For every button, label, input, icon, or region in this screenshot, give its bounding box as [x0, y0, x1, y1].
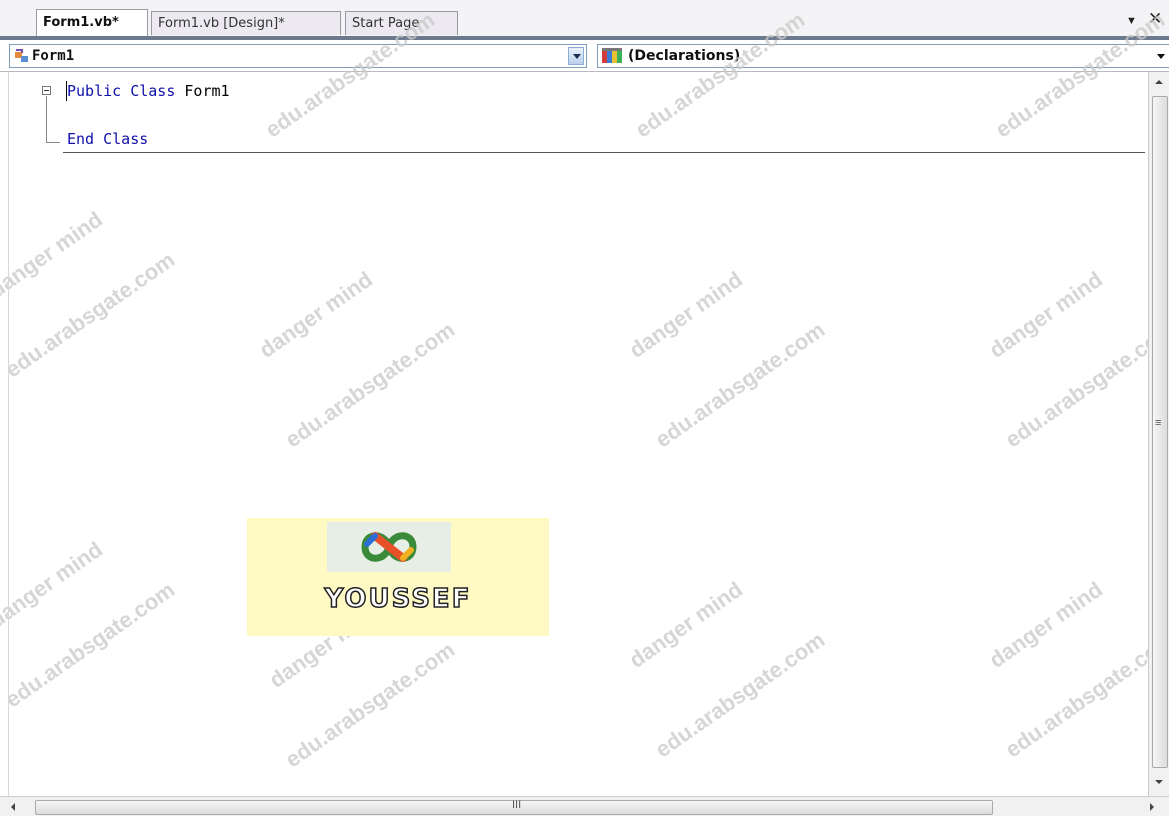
code-editor[interactable]: danger mind edu.arabsgate.com danger min…	[0, 7, 1169, 796]
watermark: edu.arabsgate.com	[280, 636, 460, 773]
method-name-combo[interactable]: (Declarations)	[597, 44, 1169, 68]
watermark: danger mind	[0, 206, 107, 303]
tab-form1-vb[interactable]: Form1.vb*	[36, 9, 148, 36]
watermark: edu.arabsgate.com	[1000, 316, 1169, 453]
watermark: danger mind	[0, 536, 107, 633]
outline-guide	[46, 96, 47, 142]
horizontal-scroll-thumb[interactable]: III	[35, 799, 993, 815]
procedure-separator	[63, 152, 1145, 153]
watermark: edu.arabsgate.com	[650, 316, 830, 453]
watermark: edu.arabsgate.com	[0, 246, 180, 383]
class-identifier: Form1	[184, 82, 230, 100]
scroll-grip: III	[512, 799, 522, 811]
tab-start-page[interactable]: Start Page	[345, 11, 458, 35]
declarations-icon	[602, 48, 622, 63]
watermark: edu.arabsgate.com	[650, 626, 830, 763]
navigation-bar: Form1 (Declarations)	[0, 40, 1169, 72]
code-line-end-class[interactable]: End Class	[67, 130, 148, 148]
watermark: danger mind	[254, 266, 377, 363]
visual-studio-logo-icon	[361, 532, 417, 562]
scroll-up-icon[interactable]	[1155, 80, 1163, 84]
watermark: edu.arabsgate.com	[280, 316, 460, 453]
vertical-scrollbar[interactable]	[1148, 72, 1169, 796]
watermark: danger mind	[624, 266, 747, 363]
logo-text: YOUSSEF	[324, 583, 472, 615]
class-icon	[15, 49, 28, 62]
outline-guide-end	[46, 142, 60, 143]
tab-form1-design[interactable]: Form1.vb [Design]*	[151, 11, 341, 35]
method-combo-value: (Declarations)	[628, 48, 741, 64]
class-combo-dropdown-button[interactable]	[568, 47, 584, 65]
keyword-end-class: End Class	[67, 130, 149, 148]
watermark: danger mind	[984, 576, 1107, 673]
collapse-outline-icon[interactable]	[42, 86, 51, 95]
close-icon[interactable]: ✕	[1148, 9, 1162, 29]
watermark: danger mind	[984, 266, 1107, 363]
keyword-public-class: Public Class	[67, 82, 185, 100]
code-line-class-declaration[interactable]: Public Class Form1	[67, 82, 230, 100]
scroll-down-icon[interactable]	[1155, 780, 1163, 784]
watermark: edu.arabsgate.com	[1000, 626, 1169, 763]
class-combo-value: Form1	[32, 48, 75, 64]
scroll-left-icon[interactable]	[11, 803, 15, 811]
vertical-scroll-thumb[interactable]	[1152, 96, 1168, 768]
horizontal-scrollbar[interactable]: III	[0, 796, 1169, 816]
editor-margin-edge	[8, 72, 9, 796]
chevron-down-icon[interactable]: ▼	[1126, 15, 1137, 27]
chevron-down-icon[interactable]	[1157, 54, 1165, 59]
watermark: edu.arabsgate.com	[0, 576, 180, 713]
logo-badge	[327, 522, 451, 572]
class-name-combo[interactable]: Form1	[9, 44, 587, 68]
youssef-logo: YOUSSEF	[247, 518, 549, 636]
scroll-right-icon[interactable]	[1150, 803, 1154, 811]
watermark: danger mind	[624, 576, 747, 673]
document-tab-strip: Form1.vb* Form1.vb [Design]* Start Page …	[0, 0, 1169, 40]
